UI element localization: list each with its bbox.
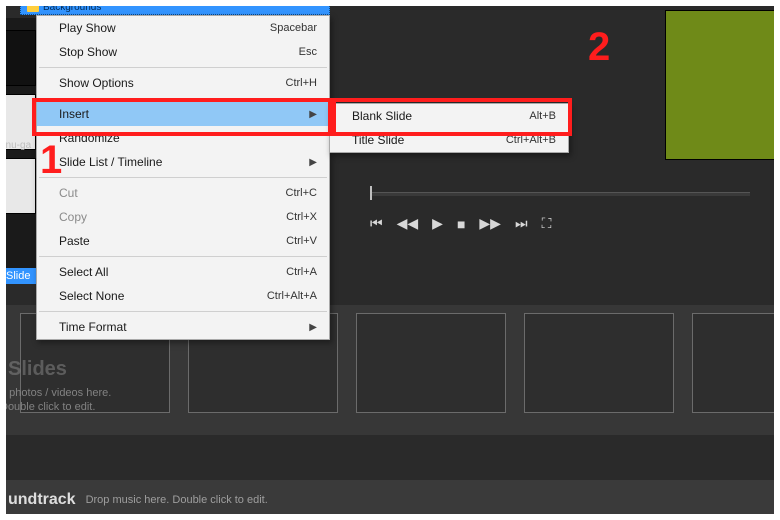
menu-item-paste[interactable]: Paste Ctrl+V [37,229,329,253]
menu-item-shortcut: Ctrl+C [286,187,317,199]
menu-separator [39,67,327,68]
menu-item-label: Show Options [59,76,134,90]
menu-item-label: Slide List / Timeline [59,155,162,169]
timeline-track[interactable] [370,192,750,196]
slides-section-title: Slides [8,358,67,381]
menu-separator [39,311,327,312]
menu-item-randomize[interactable]: Randomize [37,126,329,150]
chevron-right-icon: ▶ [309,109,317,120]
fullscreen-icon[interactable]: ⛶ [542,215,552,232]
submenu-item-blank-slide[interactable]: Blank Slide Alt+B [330,104,568,128]
menu-item-shortcut: Esc [299,46,317,58]
menu-item-label: Copy [59,210,87,224]
rewind-icon[interactable]: ◀◀ [397,215,419,232]
menu-item-copy: Copy Ctrl+X [37,205,329,229]
menu-item-shortcut: Ctrl+H [286,77,317,89]
menu-item-insert[interactable]: Insert ▶ [37,102,329,126]
annotation-number-1: 1 [40,138,62,183]
menu-item-shortcut: Spacebar [270,22,317,34]
menu-item-select-all[interactable]: Select All Ctrl+A [37,260,329,284]
thumbnail-strip [0,30,36,222]
menu-item-label: Randomize [59,131,120,145]
soundtrack-bar[interactable]: undtrack Drop music here. Double click t… [0,480,780,520]
menu-item-label: Cut [59,186,78,200]
menu-item-shortcut: Ctrl+A [286,266,317,278]
stop-icon[interactable]: ■ [457,216,465,232]
annotation-number-2: 2 [588,25,610,70]
menu-item-label: Title Slide [352,133,404,147]
skip-start-icon[interactable]: ⏮ [370,215,383,232]
hint-line: Double click to edit. [0,400,111,414]
thumbnail[interactable] [0,30,36,86]
menu-item-label: Play Show [59,21,116,35]
transport-bar: ⏮ ◀◀ ▶ ■ ▶▶ ⏭ ⛶ [370,215,551,232]
app-window: Backgrounds enu-ga Slide ⏮ ◀◀ ▶ ■ ▶▶ ⏭ ⛶… [0,0,780,520]
menu-item-cut: Cut Ctrl+C [37,181,329,205]
menu-item-shortcut: Ctrl+Alt+B [506,134,556,146]
context-submenu-insert: Blank Slide Alt+B Title Slide Ctrl+Alt+B [329,103,569,153]
menu-item-label: Select None [59,289,124,303]
submenu-item-title-slide[interactable]: Title Slide Ctrl+Alt+B [330,128,568,152]
menu-item-play-show[interactable]: Play Show Spacebar [37,16,329,40]
menu-item-stop-show[interactable]: Stop Show Esc [37,40,329,64]
menu-item-time-format[interactable]: Time Format ▶ [37,315,329,339]
thumbnail[interactable] [0,158,36,214]
folder-label: Backgrounds [43,2,101,13]
skip-end-icon[interactable]: ⏭ [515,215,528,232]
menu-separator [39,256,327,257]
slides-hint: p photos / videos here. Double click to … [0,386,111,414]
soundtrack-title: undtrack [8,491,76,509]
soundtrack-hint: Drop music here. Double click to edit. [86,494,268,506]
timeline-playhead[interactable] [370,186,372,200]
menu-item-label: Stop Show [59,45,117,59]
menu-separator [39,177,327,178]
forward-icon[interactable]: ▶▶ [479,215,501,232]
menu-item-show-options[interactable]: Show Options Ctrl+H [37,71,329,95]
menu-item-shortcut: Ctrl+Alt+A [267,290,317,302]
folder-icon [27,3,39,12]
menu-item-label: Blank Slide [352,109,412,123]
menu-item-label: Time Format [59,320,127,334]
hint-line: p photos / videos here. [0,386,111,400]
context-menu: Play Show Spacebar Stop Show Esc Show Op… [36,15,330,340]
menu-item-select-none[interactable]: Select None Ctrl+Alt+A [37,284,329,308]
chevron-right-icon: ▶ [309,322,317,333]
menu-item-shortcut: Ctrl+V [286,235,317,247]
menu-item-slide-list[interactable]: Slide List / Timeline ▶ [37,150,329,174]
preview-panel [665,10,780,160]
folder-bar[interactable]: Backgrounds [20,0,330,15]
menu-item-label: Paste [59,234,90,248]
slide-chip[interactable]: Slide [0,268,36,284]
menu-item-shortcut: Ctrl+X [286,211,317,223]
play-icon[interactable]: ▶ [432,215,443,232]
menu-separator [39,98,327,99]
menu-item-label: Select All [59,265,108,279]
chevron-right-icon: ▶ [309,157,317,168]
cropped-label: enu-ga [0,140,31,151]
slide-slot[interactable] [524,313,674,413]
slide-slot[interactable] [692,313,780,413]
menu-item-shortcut: Alt+B [529,110,556,122]
menu-item-label: Insert [59,107,89,121]
slide-slot[interactable] [356,313,506,413]
